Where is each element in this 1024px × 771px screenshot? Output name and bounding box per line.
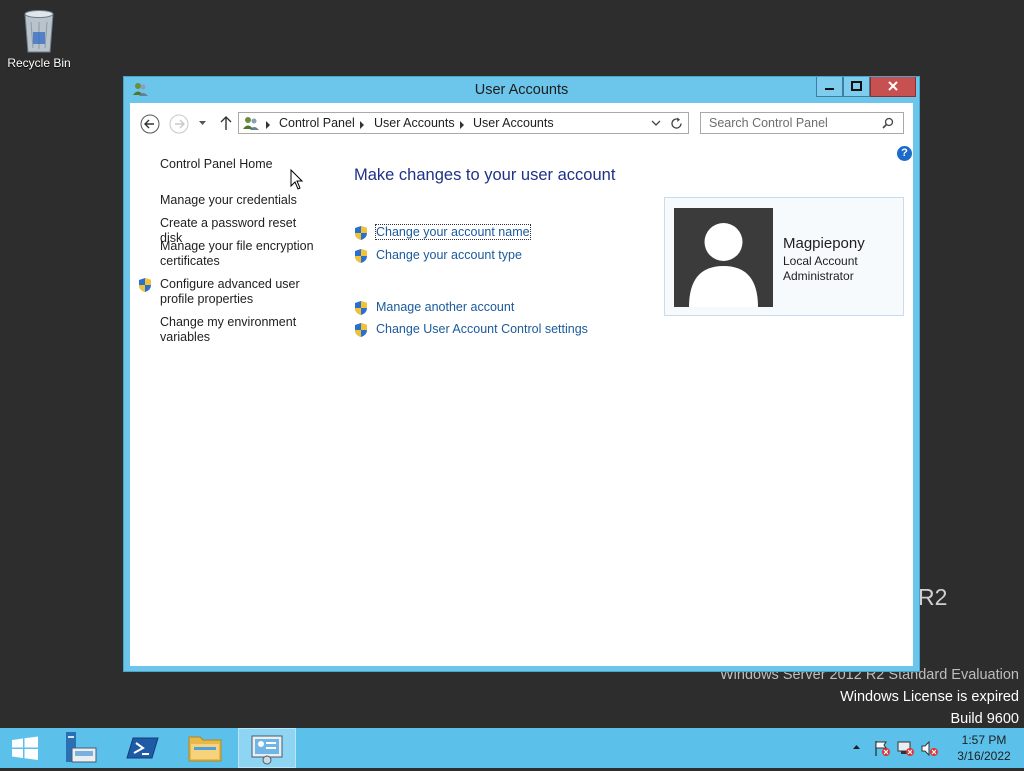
minimize-icon (825, 88, 834, 90)
windows-logo-icon (12, 736, 38, 760)
start-button[interactable] (0, 728, 50, 768)
taskbar-powershell[interactable] (114, 728, 172, 768)
change-account-name-link[interactable]: Change your account name (375, 224, 531, 240)
network-error-icon[interactable] (897, 740, 915, 757)
mouse-cursor-icon (290, 169, 304, 190)
control-panel-icon (251, 735, 283, 765)
maximize-icon (851, 81, 862, 91)
refresh-icon[interactable] (670, 117, 683, 130)
uac-shield-icon (355, 226, 367, 240)
taskbar-control-panel[interactable] (238, 728, 296, 768)
uac-shield-icon (139, 278, 151, 292)
address-bar[interactable]: Control Panel User Accounts User Account… (238, 112, 689, 134)
close-button[interactable] (870, 77, 916, 97)
uac-shield-icon (355, 323, 367, 337)
control-panel-icon (243, 117, 259, 130)
advanced-profile-properties-link[interactable]: Configure advanced user profile properti… (160, 277, 320, 307)
chevron-down-icon[interactable] (651, 120, 661, 127)
system-clock[interactable]: 1:57 PM 3/16/2022 (946, 732, 1022, 764)
account-type: Local Account (783, 254, 858, 268)
up-arrow-icon[interactable] (219, 115, 233, 131)
window-title: User Accounts (474, 82, 569, 98)
uac-settings-link[interactable]: Change User Account Control settings (376, 322, 588, 336)
taskbar: 1:57 PM 3/16/2022 (0, 728, 1024, 768)
breadcrumb-separator-icon[interactable] (266, 121, 270, 129)
show-hidden-icons-chevron-icon[interactable] (852, 744, 861, 750)
window-client-area: Control Panel User Accounts User Account… (130, 103, 913, 666)
file-encryption-certificates-link[interactable]: Manage your file encryption certificates (160, 239, 320, 269)
manage-another-account-link[interactable]: Manage another account (376, 300, 514, 314)
taskbar-file-explorer[interactable] (176, 728, 234, 768)
title-bar[interactable]: User Accounts (124, 77, 919, 103)
user-accounts-window: User Accounts Control Panel User Account… (123, 76, 920, 672)
powershell-icon (126, 737, 159, 759)
watermark-license: Windows License is expired (840, 689, 1019, 705)
uac-shield-icon (355, 301, 367, 315)
breadcrumb-user-accounts[interactable]: User Accounts (374, 116, 455, 130)
back-arrow-icon[interactable] (140, 114, 160, 134)
folder-icon (188, 736, 222, 762)
uac-shield-icon (355, 249, 367, 263)
watermark-build: Build 9600 (950, 711, 1019, 727)
avatar (674, 208, 773, 307)
clock-date: 3/16/2022 (957, 749, 1011, 763)
volume-muted-icon[interactable] (921, 740, 939, 757)
search-input[interactable] (709, 116, 877, 130)
minimize-button[interactable] (816, 77, 843, 97)
recycle-bin-icon (24, 10, 54, 53)
server-manager-icon (66, 732, 97, 763)
account-name: Magpiepony (783, 235, 865, 252)
environment-variables-link[interactable]: Change my environment variables (160, 315, 320, 345)
page-heading: Make changes to your user account (354, 166, 616, 184)
taskbar-server-manager[interactable] (52, 728, 110, 768)
recent-locations-chevron-icon[interactable] (198, 120, 207, 126)
license-watermark: Windows Server 2012 R2 Standard Evaluati… (720, 664, 1019, 730)
breadcrumb-control-panel[interactable]: Control Panel (279, 116, 355, 130)
maximize-button[interactable] (843, 77, 870, 97)
action-center-flag-icon[interactable] (873, 740, 891, 757)
search-icon[interactable] (882, 117, 894, 129)
search-box[interactable] (700, 112, 904, 134)
account-card: Magpiepony Local Account Administrator (664, 197, 904, 316)
help-icon[interactable]: ? (897, 146, 912, 161)
breadcrumb-separator-icon[interactable] (360, 121, 364, 129)
clock-time: 1:57 PM (961, 733, 1007, 747)
recycle-bin[interactable]: Recycle Bin (6, 6, 72, 70)
desktop-background-text: R2 (918, 584, 948, 610)
user-silhouette-icon (689, 223, 758, 307)
breadcrumb-separator-icon[interactable] (460, 121, 464, 129)
recycle-bin-label: Recycle Bin (7, 56, 71, 70)
manage-credentials-link[interactable]: Manage your credentials (160, 193, 320, 208)
account-role: Administrator (783, 269, 854, 283)
forward-arrow-icon[interactable] (169, 114, 189, 134)
breadcrumb-user-accounts-current[interactable]: User Accounts (473, 116, 554, 130)
change-account-type-link[interactable]: Change your account type (376, 248, 522, 262)
close-icon (888, 81, 898, 91)
